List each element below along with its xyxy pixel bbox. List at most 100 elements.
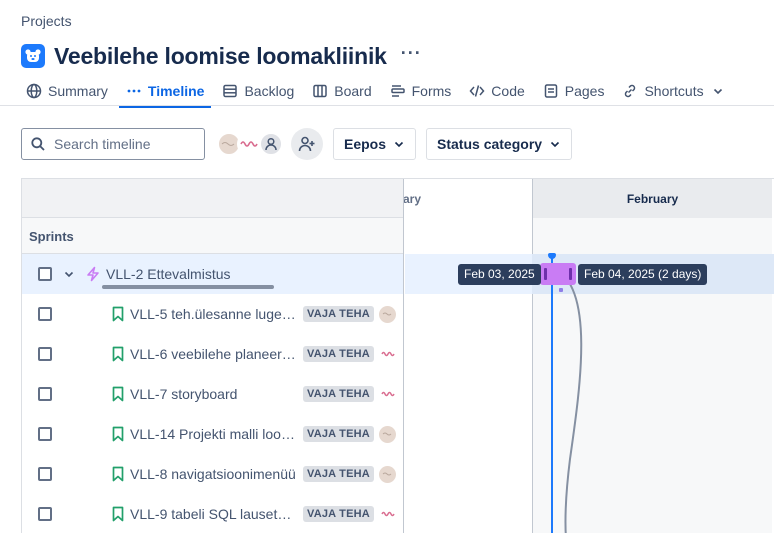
tab-summary[interactable]: Summary (17, 77, 117, 105)
user-avatar-icon[interactable] (259, 132, 283, 156)
status-badge[interactable]: VAJA TEHA (303, 426, 374, 442)
epic-lightning-icon (87, 266, 99, 282)
story-bookmark-icon (112, 386, 124, 402)
tab-code[interactable]: Code (460, 77, 533, 105)
list-item[interactable]: VLL-8 navigatsioonimenüü VAJA TEHA (22, 454, 403, 494)
tab-label: Backlog (244, 83, 295, 99)
add-person-icon (298, 136, 315, 152)
avatar[interactable] (379, 465, 396, 483)
list-item[interactable]: VLL-14 Projekti malli loomine VAJA TEHA (22, 414, 403, 454)
issue-title[interactable]: VLL-8 navigatsioonimenüü (130, 466, 296, 482)
timeline-toolbar: Eepos Status category (21, 128, 573, 160)
bar-start-tooltip: Feb 03, 2025 (458, 264, 541, 285)
status-category-dropdown[interactable]: Status category (426, 128, 573, 160)
avatar[interactable] (379, 505, 396, 523)
status-badge[interactable]: VAJA TEHA (303, 506, 374, 522)
bar-start-handle[interactable] (544, 268, 547, 280)
avatar[interactable] (379, 425, 396, 443)
list-header (22, 179, 403, 218)
backlog-icon (223, 84, 238, 98)
list-item[interactable]: VLL-7 storyboard VAJA TEHA (22, 374, 403, 414)
issue-list: Sprints VLL-2 Ettevalmistus VLL-5 teh.ül… (22, 179, 404, 533)
more-actions-button[interactable]: ··· (401, 44, 422, 66)
chevron-down-icon[interactable] (712, 85, 724, 97)
dependency-handle[interactable] (559, 288, 563, 292)
avatar[interactable] (237, 132, 261, 156)
status-badge[interactable]: VAJA TEHA (303, 346, 374, 362)
people-filter (217, 132, 283, 156)
code-icon (469, 85, 485, 97)
search-input[interactable] (54, 136, 194, 152)
tab-shortcuts[interactable]: Shortcuts (613, 77, 732, 105)
avatar[interactable] (379, 345, 396, 363)
avatar[interactable] (379, 305, 396, 323)
list-item[interactable]: VLL-5 teh.ülesanne lugemine VAJA TEHA (22, 294, 403, 334)
project-header: Veebilehe loomise loomakliinik ··· (21, 42, 422, 70)
page-title: Veebilehe loomise loomakliinik (54, 42, 387, 69)
story-bookmark-icon (112, 426, 124, 442)
list-item[interactable]: VLL-9 tabeli SQL lausete loomine VAJA TE… (22, 494, 403, 533)
tab-label: Shortcuts (644, 83, 704, 99)
status-badge[interactable]: VAJA TEHA (303, 386, 374, 402)
epic-title[interactable]: VLL-2 Ettevalmistus (106, 266, 231, 282)
avatar[interactable] (379, 385, 396, 403)
epic-filter-dropdown[interactable]: Eepos (333, 128, 417, 160)
breadcrumb[interactable]: Projects (21, 13, 72, 29)
tab-label: Code (491, 83, 525, 99)
issue-title[interactable]: VLL-5 teh.ülesanne lugemine (130, 306, 296, 322)
story-bookmark-icon (112, 306, 124, 322)
chevron-down-icon (550, 141, 560, 148)
row-checkbox[interactable] (38, 307, 52, 321)
row-checkbox[interactable] (38, 427, 52, 441)
globe-icon (26, 83, 42, 99)
list-item[interactable]: VLL-6 veebilehe planeerimine VAJA TEHA (22, 334, 403, 374)
timeline-icon (127, 89, 141, 93)
issue-title[interactable]: VLL-7 storyboard (130, 386, 296, 402)
row-checkbox[interactable] (38, 387, 52, 401)
add-people-button[interactable] (291, 128, 323, 160)
issue-title[interactable]: VLL-9 tabeli SQL lausete loomine (130, 506, 296, 522)
story-bookmark-icon (112, 466, 124, 482)
pages-icon (544, 84, 558, 98)
search-field[interactable] (21, 128, 205, 160)
status-badge[interactable]: VAJA TEHA (303, 466, 374, 482)
epic-timeline-bar[interactable] (540, 263, 576, 285)
status-badge[interactable]: VAJA TEHA (303, 306, 374, 322)
bar-end-tooltip: Feb 04, 2025 (2 days) (578, 264, 708, 285)
dependency-line (554, 268, 583, 533)
sprints-label: Sprints (29, 229, 74, 244)
issue-title[interactable]: VLL-6 veebilehe planeerimine (130, 346, 296, 362)
tab-forms[interactable]: Forms (381, 77, 461, 105)
bar-end-handle[interactable] (569, 268, 572, 280)
epic-filter-label: Eepos (344, 136, 387, 152)
tab-label: Pages (564, 83, 605, 99)
tab-board[interactable]: Board (303, 77, 380, 105)
row-checkbox[interactable] (38, 347, 52, 361)
board-icon (313, 84, 328, 98)
epic-row[interactable]: VLL-2 Ettevalmistus (22, 254, 403, 294)
tab-label: Summary (48, 83, 108, 99)
timeline-chart: ary February Feb 03, 2025 Feb 04, 2025 (… (403, 179, 774, 533)
tab-label: Forms (411, 83, 452, 99)
epic-progress-bar (102, 285, 274, 289)
row-checkbox[interactable] (38, 267, 52, 281)
project-avatar-icon[interactable] (21, 44, 45, 68)
link-icon (625, 84, 636, 98)
project-tabs: Summary Timeline Backlog Board Forms Cod… (17, 77, 733, 108)
forms-icon (390, 85, 405, 97)
chevron-down-icon (394, 141, 404, 148)
chevron-down-icon[interactable] (63, 268, 75, 280)
tab-pages[interactable]: Pages (534, 77, 614, 105)
issue-title[interactable]: VLL-14 Projekti malli loomine (130, 426, 296, 442)
row-checkbox[interactable] (38, 467, 52, 481)
search-icon (31, 137, 45, 151)
tab-backlog[interactable]: Backlog (213, 77, 303, 105)
row-checkbox[interactable] (38, 507, 52, 521)
tab-timeline[interactable]: Timeline (117, 77, 214, 108)
tab-label: Board (334, 83, 372, 99)
sprints-row[interactable]: Sprints (22, 218, 403, 254)
tabs-divider (0, 105, 774, 106)
timeline-grid: ary February Feb 03, 2025 Feb 04, 2025 (… (21, 178, 774, 533)
story-bookmark-icon (112, 346, 124, 362)
today-marker (551, 254, 553, 533)
